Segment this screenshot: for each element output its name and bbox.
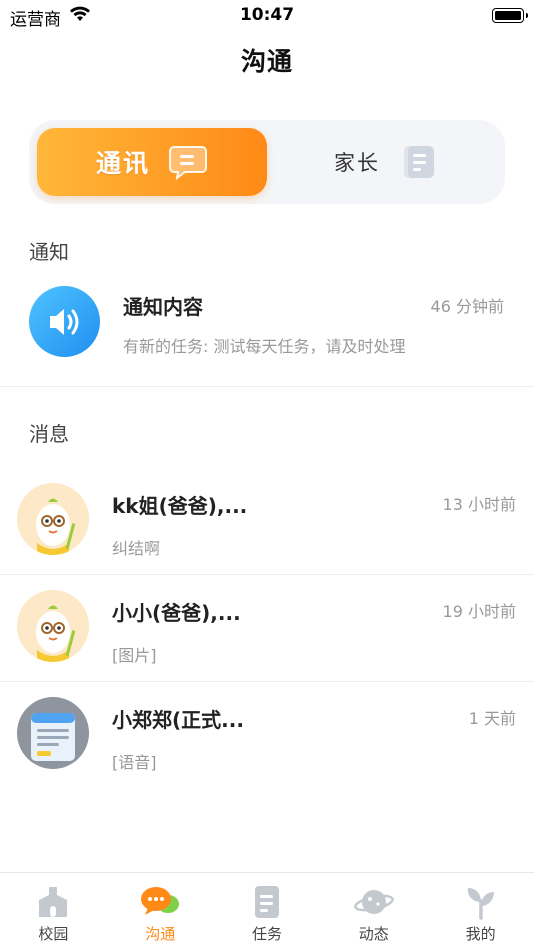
message-time: 1 天前 — [468, 709, 516, 728]
school-icon — [39, 887, 68, 917]
tab-tasks[interactable]: 任务 — [214, 873, 321, 950]
page-title: 沟通 — [240, 47, 293, 76]
section-label-messages: 消息 — [29, 422, 69, 446]
avatar — [17, 483, 89, 555]
avatar — [17, 697, 89, 769]
message-preview: [语音] — [112, 753, 157, 772]
message-time: 19 小时前 — [442, 602, 516, 621]
tab-label: 我的 — [465, 925, 496, 943]
notice-subtitle: 有新的任务: 测试每天任务，请及时处理 — [123, 337, 406, 356]
chat-bubbles-icon — [141, 887, 180, 915]
notice-item[interactable]: 通知内容 46 分钟前 有新的任务: 测试每天任务，请及时处理 — [0, 270, 534, 384]
divider — [0, 386, 534, 387]
tab-contacts-label: 通讯 — [95, 149, 150, 178]
message-item[interactable]: kk姐(爸爸),... 13 小时前 纠结啊 — [0, 468, 534, 574]
tab-contacts[interactable]: 通讯 — [37, 128, 267, 196]
segmented-control: 通讯 家长 — [29, 120, 505, 204]
battery-icon — [492, 8, 528, 23]
bottom-tab-bar: 校园 沟通 任务 动态 我的 — [0, 872, 534, 950]
speaker-icon — [29, 286, 100, 357]
section-label-notice: 通知 — [29, 240, 69, 264]
message-bubble-icon — [169, 146, 207, 180]
tab-label: 校园 — [38, 925, 69, 943]
tab-parents-label: 家长 — [334, 151, 380, 175]
message-sender: kk姐(爸爸),... — [112, 494, 248, 518]
message-preview: 纠结啊 — [112, 539, 161, 558]
tab-mine[interactable]: 我的 — [427, 873, 534, 950]
message-sender: 小小(爸爸),... — [112, 601, 241, 625]
notebook-icon — [404, 146, 434, 178]
tab-label: 动态 — [358, 925, 389, 943]
tab-school[interactable]: 校园 — [0, 873, 107, 950]
planet-icon — [353, 890, 394, 914]
tab-label: 任务 — [251, 925, 282, 943]
status-bar: 运营商 10:47 — [0, 0, 534, 32]
tab-chat[interactable]: 沟通 — [107, 873, 214, 950]
avatar — [17, 590, 89, 662]
message-time: 13 小时前 — [442, 495, 516, 514]
message-item[interactable]: 小小(爸爸),... 19 小时前 [图片] — [0, 575, 534, 681]
tab-moments[interactable]: 动态 — [320, 873, 427, 950]
message-preview: [图片] — [112, 646, 157, 665]
tab-label: 沟通 — [145, 925, 176, 943]
message-item[interactable]: 小郑郑(正式... 1 天前 [语音] — [0, 682, 534, 788]
tab-parents[interactable]: 家长 — [275, 128, 497, 196]
clock-time: 10:47 — [239, 5, 295, 25]
notice-time: 46 分钟前 — [430, 297, 504, 316]
sprout-icon — [467, 888, 494, 920]
notice-title: 通知内容 — [123, 295, 203, 319]
task-icon — [254, 886, 279, 918]
message-sender: 小郑郑(正式... — [112, 708, 244, 732]
